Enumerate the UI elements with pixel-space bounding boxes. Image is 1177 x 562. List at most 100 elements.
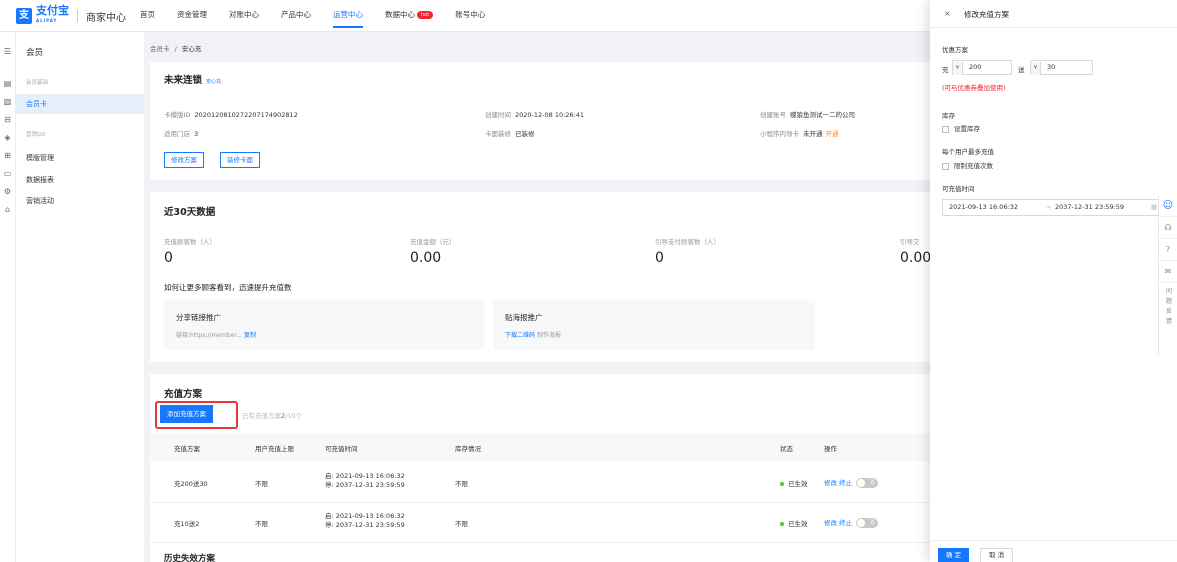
menu-item-campaigns[interactable]: 营销活动 bbox=[26, 196, 54, 206]
card-info-panel: 未来连锁 安心充 卡模版ID 20201208102722071749028​12 … bbox=[150, 62, 940, 180]
home-icon[interactable]: ⌂ bbox=[0, 202, 15, 218]
account-value: 蝶狼鱼测试一二的公司 bbox=[790, 111, 855, 119]
promo-poster-title: 贴海报推广 bbox=[505, 313, 543, 322]
row-limit: 不限 bbox=[255, 480, 268, 488]
edit-plan-button[interactable]: 修改方案 bbox=[164, 152, 204, 168]
bonus-word: 送 bbox=[1018, 66, 1025, 74]
promo-share-title: 分享链接推广 bbox=[176, 313, 221, 322]
nav-products[interactable]: 产品中心 bbox=[281, 0, 311, 32]
stop-plan-link[interactable]: 终止 bbox=[839, 479, 852, 487]
help-toolbar: ☺ ☊ ? ✉ 问题反馈 bbox=[1158, 195, 1177, 355]
promo-share-url: 链接:https://member... bbox=[176, 332, 243, 339]
row-actions: 修改 终止 bbox=[824, 517, 879, 528]
row-status-text: 已生效 bbox=[788, 520, 808, 528]
limit-recharge-checkbox[interactable]: 限制充值次数 bbox=[942, 160, 993, 170]
plan-toggle-switch[interactable] bbox=[856, 478, 879, 488]
drawer-footer: 确 定 取 消 bbox=[930, 540, 1177, 562]
diamond-icon[interactable]: ◈ bbox=[0, 130, 15, 146]
bonus-amount-value: 30 bbox=[1047, 63, 1056, 71]
row-status: 已生效 bbox=[780, 518, 808, 528]
edit-plan-link[interactable]: 修改 bbox=[824, 519, 837, 527]
nav-home[interactable]: 首页 bbox=[140, 0, 155, 32]
logo-divider bbox=[77, 10, 78, 22]
alipay-logo[interactable]: 支 支付宝 ALIPAY 商家中心 bbox=[16, 5, 126, 24]
promo-heading: 如何让更多顾客看到，迅速提升充值数 bbox=[164, 283, 292, 292]
nav-account[interactable]: 账号中心 bbox=[455, 0, 485, 32]
bag-icon[interactable]: ⊟ bbox=[0, 112, 15, 128]
edit-plan-link[interactable]: 修改 bbox=[824, 479, 837, 487]
new-feature-icon[interactable]: ✉ bbox=[1159, 261, 1177, 283]
row-time-start: 启: 2021-09-13 16:06:32 bbox=[325, 472, 405, 480]
col-plan: 充值方案 bbox=[174, 445, 200, 453]
miniapp-open-link[interactable]: 开通 bbox=[826, 130, 839, 138]
add-plan-button[interactable]: 添加充值方案 bbox=[160, 405, 213, 423]
gear-icon[interactable]: ⚙ bbox=[0, 184, 15, 200]
stats-panel: 近30天数据 充值顾客数（人） 0 充值金额（元） 0.00 引导支付顾客数（人… bbox=[150, 192, 940, 362]
alipay-logo-mark: 支 bbox=[16, 8, 32, 24]
feedback-button[interactable]: 问题反馈 bbox=[1164, 283, 1174, 327]
side-menu: 会员 会员基础 会员卡 营销GO 模版管理 数据报表 营销活动 bbox=[16, 32, 144, 562]
row-time: 启: 2021-09-13 16:06:32 停: 2037-12-31 23:5… bbox=[325, 512, 405, 530]
set-stock-checkbox[interactable]: 设置库存 bbox=[942, 123, 980, 133]
template-id-value: 20201208102722071749028​12 bbox=[194, 111, 298, 119]
row-actions: 修改 终止 bbox=[824, 477, 879, 488]
col-time: 可充值时间 bbox=[325, 445, 358, 453]
nav-funds[interactable]: 资金管理 bbox=[177, 0, 207, 32]
headset-icon[interactable]: ☊ bbox=[1159, 217, 1177, 239]
row-plan-name: 充10送2 bbox=[174, 520, 200, 528]
menu-item-templates[interactable]: 模版管理 bbox=[26, 153, 54, 163]
offer-label: 优惠方案 bbox=[942, 46, 968, 54]
robot-assistant-icon[interactable]: ☺ bbox=[1159, 195, 1177, 217]
confirm-button[interactable]: 确 定 bbox=[938, 548, 970, 562]
time-range-picker[interactable]: 2021-09-13 16:06:32 → 2037-12-31 23:59:5… bbox=[942, 199, 1162, 216]
nav-operations[interactable]: 运营中心 bbox=[333, 0, 363, 32]
row-time-end: 停: 2037-12-31 23:59:59 bbox=[325, 521, 405, 529]
history-plans-title: 历史失效方案 bbox=[164, 554, 216, 562]
menu-item-reports[interactable]: 数据报表 bbox=[26, 175, 54, 185]
gift-icon[interactable]: ⊞ bbox=[0, 148, 15, 164]
created-account: 创建账号 蝶狼鱼测试一二的公司 bbox=[760, 109, 855, 119]
stat-value-guided-amount: 0.00 bbox=[900, 250, 932, 266]
row-time: 启: 2021-09-13 16:06:32 停: 2037-12-31 23:5… bbox=[325, 472, 405, 490]
row-stock: 不限 bbox=[455, 520, 468, 528]
row-time-end: 停: 2037-12-31 23:59:59 bbox=[325, 481, 405, 489]
time-end: 2037-12-31 23:59:59 bbox=[1055, 203, 1125, 211]
close-icon[interactable]: × bbox=[944, 9, 951, 18]
menu-collapse-icon[interactable]: ☰ bbox=[0, 44, 15, 60]
currency-prefix: ¥ bbox=[953, 62, 963, 75]
created-time: 创建时间 2020-12-08 10:26:41 bbox=[485, 109, 584, 119]
row-status-text: 已生效 bbox=[788, 480, 808, 488]
make-poster-button[interactable]: 制作海报 bbox=[537, 332, 561, 339]
card-title: 未来连锁 bbox=[164, 75, 203, 86]
download-qrcode-button[interactable]: 下载二维码 bbox=[505, 332, 535, 339]
menu-item-member-card[interactable]: 会员卡 bbox=[16, 94, 144, 114]
breadcrumb-parent[interactable]: 会员卡 bbox=[150, 45, 170, 53]
time-label: 可充值时间 bbox=[942, 185, 975, 193]
decorate-card-button[interactable]: 装修卡面 bbox=[220, 152, 260, 168]
time-start: 2021-09-13 16:06:32 bbox=[949, 203, 1019, 211]
col-stock: 库存情况 bbox=[455, 445, 481, 453]
calendar-icon[interactable]: ▤ bbox=[0, 76, 15, 92]
bonus-amount-input[interactable]: ¥30 bbox=[1030, 60, 1093, 75]
plan-toggle-switch[interactable] bbox=[856, 518, 879, 528]
plans-table-header: 充值方案 用户充值上限 可充值时间 库存情况 状态 操作 bbox=[150, 433, 940, 461]
nav-data[interactable]: 数据中心 hot bbox=[385, 0, 434, 32]
charge-amount-value: 200 bbox=[969, 63, 982, 71]
nav-reconciliation[interactable]: 对账中心 bbox=[229, 0, 259, 32]
edit-plan-drawer: × 修改充值方案 优惠方案 充 ¥200 送 ¥30 (可与优惠券叠加使用) 库… bbox=[930, 0, 1177, 562]
charge-amount-input[interactable]: ¥200 bbox=[952, 60, 1012, 75]
stock-label: 库存 bbox=[942, 112, 955, 120]
question-icon[interactable]: ? bbox=[1159, 239, 1177, 261]
col-actions: 操作 bbox=[824, 445, 837, 453]
account-label: 创建账号 bbox=[760, 111, 786, 119]
stop-plan-link[interactable]: 终止 bbox=[839, 519, 852, 527]
main-nav: 首页 资金管理 对账中心 产品中心 运营中心 数据中心 hot 账号中心 bbox=[140, 0, 507, 32]
coupon-icon[interactable]: ▭ bbox=[0, 166, 15, 182]
document-icon[interactable]: ▧ bbox=[0, 94, 15, 110]
top-navigation: 支 支付宝 ALIPAY 商家中心 首页 资金管理 对账中心 产品中心 运营中心 … bbox=[0, 0, 930, 32]
copy-link-button[interactable]: 复制 bbox=[244, 332, 256, 339]
checkbox-icon bbox=[942, 125, 949, 133]
cancel-button[interactable]: 取 消 bbox=[980, 548, 1014, 562]
stat-value-amount: 0.00 bbox=[410, 250, 442, 266]
breadcrumb: 会员卡 / 安心充 bbox=[150, 43, 201, 53]
